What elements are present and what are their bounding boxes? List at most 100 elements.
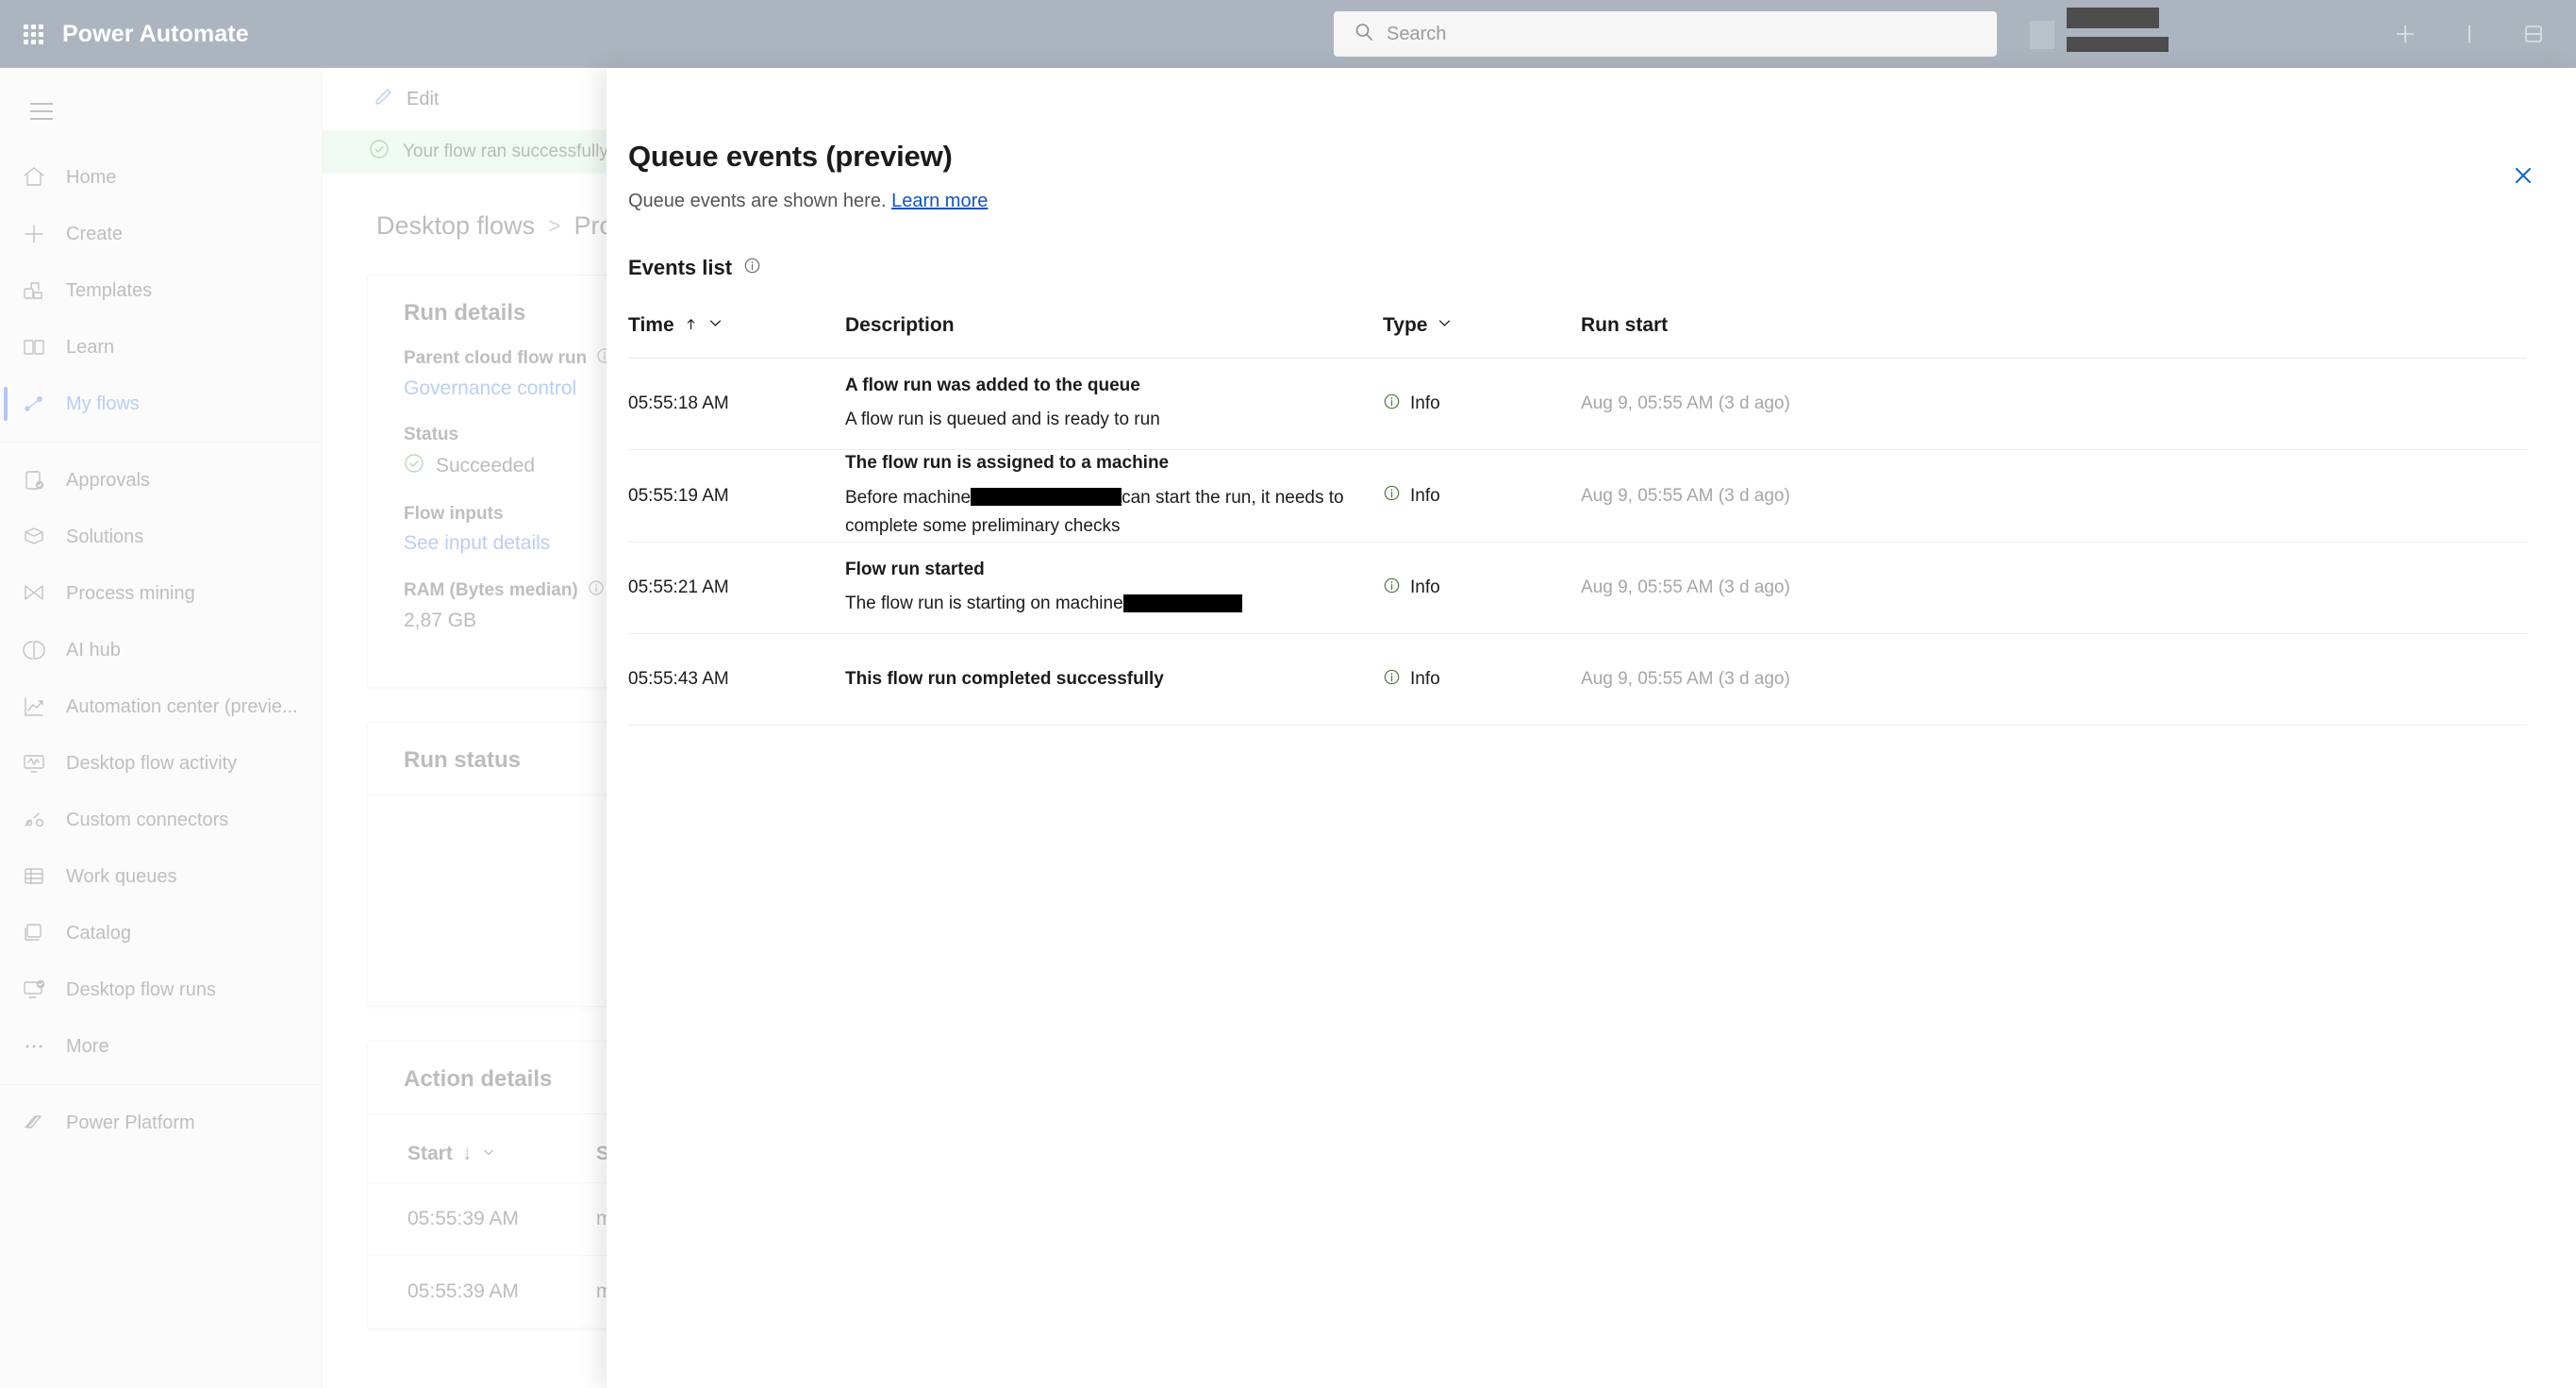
event-title: A flow run was added to the queue <box>845 375 1140 395</box>
event-title: Flow run started <box>845 559 985 579</box>
table-row[interactable]: 05:55:43 AM This flow run completed succe… <box>628 634 2527 727</box>
header-actions <box>2384 0 2576 68</box>
event-description: The flow run is starting on machine <box>845 590 1354 619</box>
sidebar-toggle-button[interactable] <box>13 83 70 140</box>
sidebar-item-label: Templates <box>66 279 153 301</box>
sidebar-item-label: Create <box>66 223 124 244</box>
cell-description: The flow run is assigned to a machine Bef… <box>845 450 1383 542</box>
monitor-check-icon <box>21 977 47 1003</box>
notifications-icon[interactable] <box>2448 12 2491 56</box>
edit-button[interactable]: Edit <box>373 85 439 113</box>
status-text: Succeeded <box>436 455 536 477</box>
info-icon[interactable] <box>588 579 605 602</box>
sidebar-item-label: Work queues <box>66 865 177 887</box>
sidebar-item-more[interactable]: More <box>0 1018 322 1075</box>
event-description: A flow run is queued and is ready to run <box>845 410 1160 430</box>
custom-connectors-icon <box>21 807 47 833</box>
column-label: Start <box>407 1143 453 1164</box>
events-table-body: 05:55:18 AM A flow run was added to the q… <box>628 359 2527 727</box>
cell-description: A flow run was added to the queue A flow … <box>845 373 1383 435</box>
sort-desc-icon: ↓ <box>461 1143 473 1164</box>
sidebar-item-templates[interactable]: Templates <box>0 262 322 319</box>
type-label: Info <box>1410 393 1440 413</box>
sidebar-item-label: AI hub <box>66 639 121 661</box>
sidebar-item-automation-center-previe[interactable]: Automation center (previe... <box>0 678 322 735</box>
sidebar-item-home[interactable]: Home <box>0 149 322 206</box>
sidebar-item-process-mining[interactable]: Process mining <box>0 565 322 622</box>
catalog-icon <box>21 920 47 946</box>
learn-more-link[interactable]: Learn more <box>891 191 988 211</box>
sidebar-item-label: Process mining <box>66 582 195 604</box>
ai-hub-icon <box>21 637 47 663</box>
app-launcher-icon[interactable] <box>21 22 45 46</box>
column-header-time[interactable]: Time <box>628 314 845 337</box>
account-name-redacted <box>2067 8 2169 52</box>
sidebar-item-my-flows[interactable]: My flows <box>0 376 322 432</box>
book-icon <box>21 334 47 360</box>
label-text: Parent cloud flow run <box>404 348 588 368</box>
column-header-run-start[interactable]: Run start <box>1581 314 1958 337</box>
solutions-icon <box>21 524 47 550</box>
table-row[interactable]: 05:55:21 AM Flow run started The flow run … <box>628 543 2527 635</box>
table-icon <box>21 863 47 890</box>
redaction-block <box>2067 8 2159 28</box>
close-panel-button[interactable] <box>2502 157 2544 198</box>
column-header-start[interactable]: Start ↓ <box>407 1143 596 1165</box>
column-header-type[interactable]: Type <box>1383 314 1581 337</box>
sidebar-item-learn[interactable]: Learn <box>0 319 322 376</box>
column-label: Type <box>1383 314 1428 336</box>
sidebar-item-solutions[interactable]: Solutions <box>0 509 322 565</box>
cell-start: 05:55:39 AM <box>407 1208 519 1229</box>
search-icon <box>1353 21 1375 48</box>
hamburger-icon <box>30 103 53 105</box>
sidebar-item-create[interactable]: Create <box>0 206 322 262</box>
redaction-block <box>971 488 1122 507</box>
cell-type: Info <box>1383 393 1581 416</box>
cell-type: Info <box>1383 577 1581 600</box>
sidebar-divider <box>0 1084 322 1085</box>
chevron-down-icon[interactable] <box>707 314 723 337</box>
success-check-icon <box>369 139 390 165</box>
events-list-label: Events list <box>628 256 733 279</box>
label-text: RAM (Bytes median) <box>404 580 578 600</box>
sidebar-item-label: Custom connectors <box>66 809 229 830</box>
cell-type: Info <box>1383 484 1581 508</box>
chevron-down-icon[interactable] <box>481 1143 496 1165</box>
events-table-header: Time Description Type Run start <box>628 314 2527 359</box>
home-icon <box>21 164 47 191</box>
settings-icon[interactable] <box>2512 12 2555 56</box>
breadcrumb-item-0[interactable]: Desktop flows <box>376 211 535 241</box>
process-mining-icon <box>21 580 47 607</box>
pencil-icon <box>373 85 395 113</box>
monitor-activity-icon <box>21 750 47 777</box>
column-label: Time <box>628 314 674 336</box>
sidebar-item-label: Home <box>66 166 117 188</box>
cell-run-start: Aug 9, 05:55 AM (3 d ago) <box>1581 577 1790 598</box>
sidebar-item-custom-connectors[interactable]: Custom connectors <box>0 792 322 848</box>
table-row[interactable]: 05:55:19 AM The flow run is assigned to a… <box>628 450 2527 543</box>
sidebar-item-desktop-flow-activity[interactable]: Desktop flow activity <box>0 735 322 792</box>
events-list-heading: Events list <box>607 212 2576 280</box>
sidebar-item-catalog[interactable]: Catalog <box>0 905 322 962</box>
info-icon[interactable] <box>743 256 761 280</box>
type-label: Info <box>1410 577 1440 598</box>
sidebar-item-work-queues[interactable]: Work queues <box>0 848 322 905</box>
sidebar-item-label: Learn <box>66 336 115 358</box>
sidebar-item-ai-hub[interactable]: AI hub <box>0 622 322 678</box>
column-header-description[interactable]: Description <box>845 314 1383 337</box>
sidebar: Home Create Templates Learn My flows Approval… <box>0 68 323 1388</box>
environment-icon[interactable] <box>2384 12 2427 56</box>
sidebar-item-desktop-flow-runs[interactable]: Desktop flow runs <box>0 962 322 1018</box>
queue-events-panel: Queue events (preview) Queue events are … <box>607 68 2576 1388</box>
sidebar-item-approvals[interactable]: Approvals <box>0 452 322 509</box>
sidebar-item-label: Desktop flow runs <box>66 978 216 1000</box>
search-box[interactable] <box>1334 11 1997 57</box>
sidebar-item-label: More <box>66 1035 109 1057</box>
search-input[interactable] <box>1387 23 1953 45</box>
chevron-down-icon[interactable] <box>1437 314 1453 337</box>
table-row[interactable]: 05:55:18 AM A flow run was added to the q… <box>628 359 2527 450</box>
sidebar-nav: Home Create Templates Learn My flows Approval… <box>0 149 322 1151</box>
sidebar-item-label: Approvals <box>66 469 150 491</box>
sidebar-item-power-platform[interactable]: Power Platform <box>0 1095 322 1151</box>
selection-indicator <box>4 387 8 421</box>
